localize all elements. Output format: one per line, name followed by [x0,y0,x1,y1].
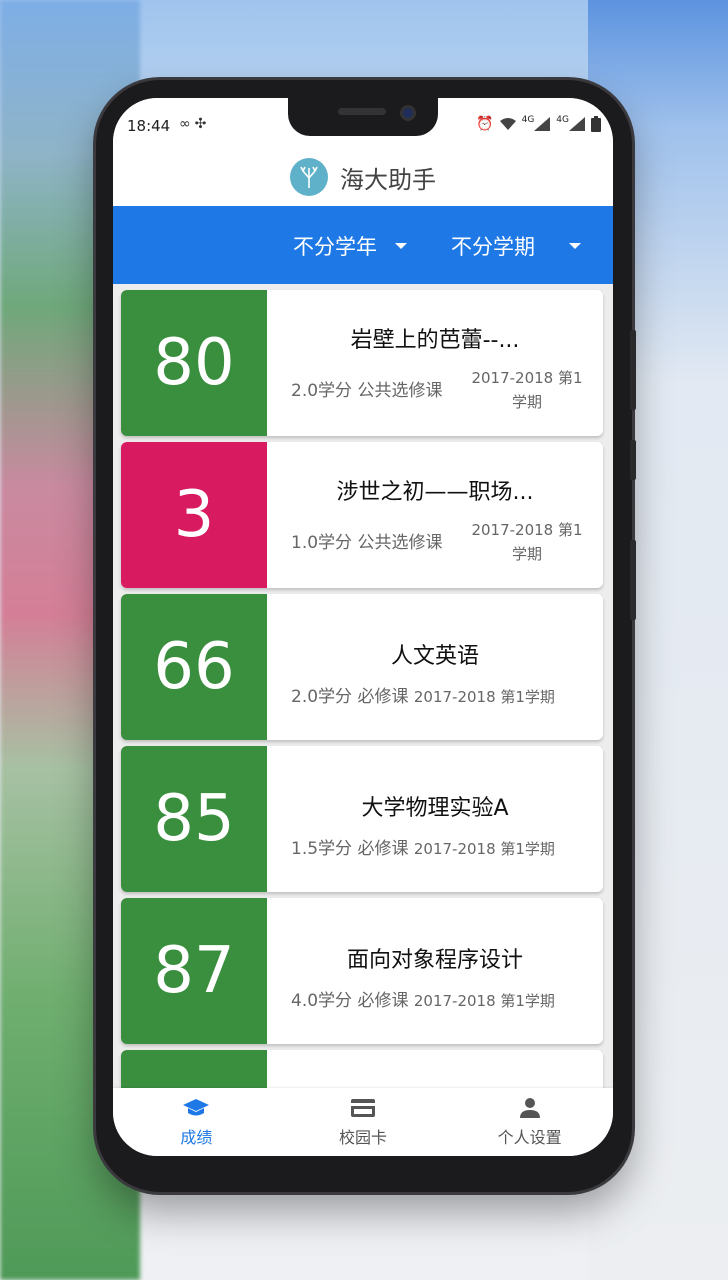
status-time: 18:44 [127,117,171,135]
course-semester: 2017-2018 第1学期 [413,992,555,1010]
front-camera [400,105,416,121]
course-name: 涉世之初——职场... [336,480,534,505]
power-button [630,440,636,480]
grade-card[interactable]: 87 面向对象程序设计 4.0学分 必修课 2017-2018 第1学期 [121,898,603,1044]
signal-icon-1 [534,117,551,131]
nav-grades[interactable]: 成绩 [113,1088,280,1156]
course-credits: 1.0学分 [291,533,353,553]
course-meta: 2.0学分 必修课 2017-2018 第1学期 [291,682,555,707]
course-credits: 1.5学分 [291,839,353,859]
graduation-cap-icon [183,1099,210,1116]
score-badge: 80 [121,290,267,436]
course-type: 必修课 [357,991,409,1011]
nav-campus-card-label: 校园卡 [339,1128,388,1147]
speaker [338,108,386,115]
course-type: 必修课 [357,839,409,859]
grade-card[interactable] [121,1050,603,1088]
score-badge [121,1050,267,1088]
tree-icon [290,158,328,196]
term-dropdown-label: 不分学期 [451,235,535,259]
grade-card[interactable]: 80 岩壁上的芭蕾--... 2.0学分 公共选修课 2017-2018 第1学… [121,290,603,436]
link-icon: ∞ [179,116,195,132]
credit-card-icon [351,1099,375,1117]
app-title: 海大助手 [340,165,436,194]
course-type: 公共选修课 [357,533,443,553]
score-badge: 85 [121,746,267,892]
year-dropdown-label: 不分学年 [293,235,377,259]
nav-campus-card[interactable]: 校园卡 [280,1088,447,1156]
course-semester: 2017-2018 第1学期 [471,369,583,411]
nav-settings-label: 个人设置 [497,1128,562,1147]
side-button [630,540,636,620]
app-header: 海大助手 [113,148,613,206]
status-right-icons: ⏰ 4G 4G [476,115,601,132]
nav-grades-label: 成绩 [180,1128,213,1147]
course-meta: 1.0学分 公共选修课 [291,528,442,553]
network-type-2: 4G [556,115,569,125]
course-meta: 2.0学分 公共选修课 [291,376,442,401]
network-type-1: 4G [521,115,535,125]
course-meta: 1.5学分 必修课 2017-2018 第1学期 [291,834,555,859]
volume-button [630,330,636,410]
person-icon [519,1098,540,1118]
year-dropdown[interactable]: 不分学年 [293,231,407,261]
course-semester: 2017-2018 第1学期 [413,688,555,706]
wifi-icon [499,118,516,130]
course-credits: 4.0学分 [291,991,353,1011]
pinwheel-icon: ✣ [194,116,211,132]
course-name: 面向对象程序设计 [346,948,523,973]
camera-notch [288,98,438,136]
course-type: 公共选修课 [357,381,443,401]
bottom-nav: 成绩 校园卡 个人设置 [113,1088,613,1156]
course-meta: 4.0学分 必修课 2017-2018 第1学期 [291,986,555,1011]
status-notification-icons: ∞✣ [179,116,210,132]
course-type: 必修课 [357,687,409,707]
score-badge: 3 [121,442,267,588]
course-semester: 2017-2018 第1学期 [471,521,583,563]
nav-settings[interactable]: 个人设置 [446,1088,613,1156]
course-credits: 2.0学分 [291,381,353,401]
grade-list[interactable]: 80 岩壁上的芭蕾--... 2.0学分 公共选修课 2017-2018 第1学… [113,284,613,1088]
filter-bar: 不分学年 不分学期 [113,206,613,284]
grade-card-body: 人文英语 2.0学分 必修课 2017-2018 第1学期 [267,594,603,740]
chevron-down-icon [569,243,581,249]
term-dropdown[interactable]: 不分学期 [451,231,581,261]
grade-card[interactable]: 85 大学物理实验A 1.5学分 必修课 2017-2018 第1学期 [121,746,603,892]
grade-card-body: 岩壁上的芭蕾--... 2.0学分 公共选修课 2017-2018 第1学期 [267,290,603,436]
status-bar: 18:44 ∞✣ ⏰ 4G 4G [113,98,613,154]
course-credits: 2.0学分 [291,687,353,707]
chevron-down-icon [395,243,407,249]
score-badge: 66 [121,594,267,740]
battery-icon [591,116,601,132]
grade-card-body: 大学物理实验A 1.5学分 必修课 2017-2018 第1学期 [267,746,603,892]
course-name: 大学物理实验A [361,796,509,821]
course-name: 人文英语 [390,644,479,669]
course-name: 岩壁上的芭蕾--... [350,328,520,353]
score-badge: 87 [121,898,267,1044]
grade-card-body: 涉世之初——职场... 1.0学分 公共选修课 2017-2018 第1学期 [267,442,603,588]
course-semester: 2017-2018 第1学期 [413,840,555,858]
grade-card[interactable]: 66 人文英语 2.0学分 必修课 2017-2018 第1学期 [121,594,603,740]
signal-icon-2 [569,117,585,131]
grade-card[interactable]: 3 涉世之初——职场... 1.0学分 公共选修课 2017-2018 第1学期 [121,442,603,588]
grade-card-body: 面向对象程序设计 4.0学分 必修课 2017-2018 第1学期 [267,898,603,1044]
alarm-icon: ⏰ [476,116,494,132]
phone-screen: 18:44 ∞✣ ⏰ 4G 4G 海大助手 不分学年 不分学期 80 岩壁上的芭… [113,98,613,1156]
